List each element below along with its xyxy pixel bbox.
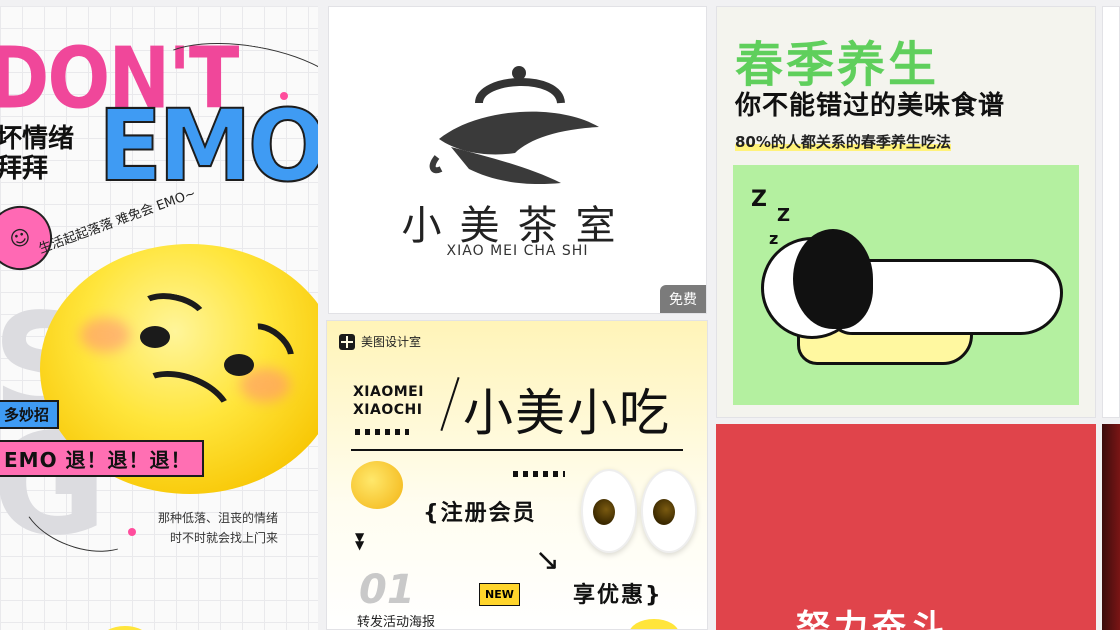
latin-line-2: XIAOCHI [353,402,423,418]
pupil [653,499,675,525]
title-rule [351,449,683,451]
pupil [593,499,615,525]
big-eye-left [581,469,637,553]
arrow-down-right-icon: → [526,539,569,582]
teapot-leaf-icon [429,66,599,185]
poster-title: 小美小吃 [463,384,671,442]
template-card-tea-room-logo[interactable]: 小美茶室 XIAO MEI CHA SHI 免费 [328,6,707,314]
free-badge: 免费 [660,285,706,313]
sad-mouth [124,358,242,452]
checker-decor [355,429,409,435]
lower-line-1: 那种低落、沮丧的情绪 [158,511,279,525]
share-text: 转发活动海报 [357,615,436,630]
brand-name: 美图设计室 [361,335,422,349]
meitu-logo-icon [339,333,355,350]
decor-dot-2 [128,528,136,536]
lower-text: 那种低落、沮丧的情绪 时不时就会找上门来 [158,508,278,548]
triangle-decor: ▼ ▼ [355,530,365,552]
template-card-red-poster[interactable]: 努力奋斗 [716,424,1096,630]
step-number: 01 [359,567,415,613]
latin-line-1: XIAOMEI [353,384,424,400]
big-eye-right [641,469,697,553]
offer-text: 享优惠} [573,583,663,608]
decor-coin [629,619,679,629]
template-card-partial[interactable] [1102,6,1120,418]
logo-english-name: XIAO MEI CHA SHI [446,243,589,259]
new-badge: NEW [479,583,520,606]
slash-divider [440,377,460,431]
latin-title: XIAOMEI XIAOCHI [353,383,424,419]
lower-line-2: 时不时就会找上门来 [170,531,279,545]
template-card-spring-health[interactable]: 春季养生 你不能错过的美味食谱 80%的人都关系的春季养生吃法 Z Z z [716,6,1096,418]
left-eye [140,326,170,348]
retreat-banner: EMO 退！退！退！ [0,440,204,477]
sleep-z-icon: Z [751,187,767,212]
bad-mood-text: 坏情绪 拜拜 [0,124,74,184]
template-card-partial-dark[interactable] [1102,424,1120,630]
bad-mood-line: 坏情绪 [0,124,75,154]
caption-text: 80%的人都关系的春季养生吃法 [735,133,951,151]
checker-decor-2 [513,471,565,477]
member-text: {注册会员 [423,501,537,526]
template-card-xiaomei-snacks[interactable]: 美图设计室 XIAOMEI XIAOCHI 小美小吃 {注册会员 ▼ ▼ → 01… [326,320,708,630]
sleep-z-icon: z [769,229,779,248]
left-cheek [80,318,130,352]
right-eye [224,354,254,376]
bye-line: 拜拜 [0,154,49,184]
brand-header: 美图设计室 [339,333,421,350]
tips-label: 多妙招 [0,400,60,429]
headline-emo: EMO [97,89,318,205]
spring-subtitle: 你不能错过的美味食谱 [735,91,1006,121]
sun-mascot-icon [351,461,403,509]
sleeper-hair [793,229,873,329]
sleeping-illustration: Z Z z [733,165,1079,405]
red-poster-title: 努力奋斗 [796,608,948,630]
next-emoji-peek [100,626,150,630]
spring-caption: 80%的人都关系的春季养生吃法 [735,131,951,152]
smile-face-icon: ☺ [6,223,34,253]
template-card-dont-emo[interactable]: SG DON'T 坏情绪 拜拜 EMO ☺ 生活起起落落 难免会 EMO~ 多妙… [0,6,318,630]
sleep-z-icon: Z [777,205,791,226]
